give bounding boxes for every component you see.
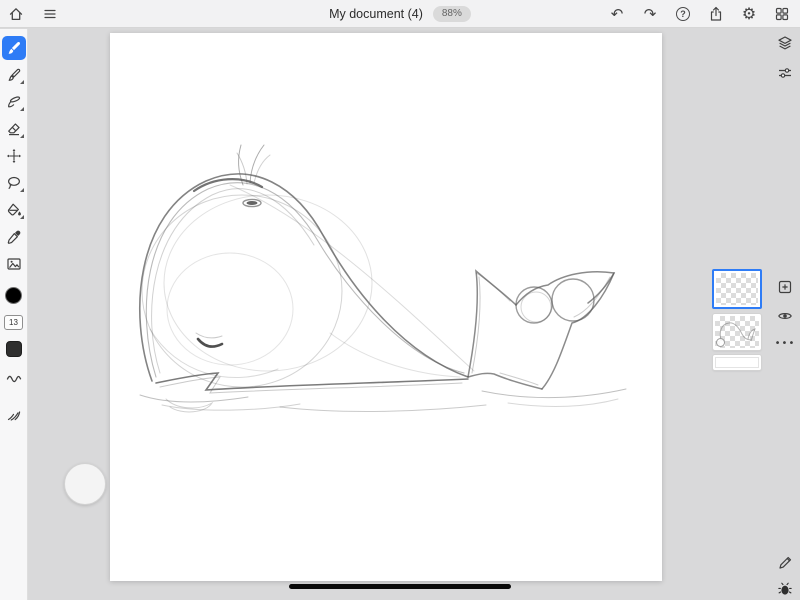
layer-thumbnail-sketch[interactable] bbox=[713, 314, 761, 350]
right-strip: ••• bbox=[770, 29, 800, 600]
undo-icon: ↶ bbox=[611, 7, 624, 22]
settings-button[interactable]: ⚙ bbox=[739, 4, 759, 24]
tool-eraser[interactable] bbox=[0, 116, 28, 142]
wave-icon bbox=[6, 371, 22, 387]
plus-square-icon bbox=[777, 279, 793, 295]
tool-paint-brush[interactable] bbox=[2, 36, 26, 60]
help-button[interactable]: ? bbox=[673, 4, 693, 24]
tool-brushes[interactable] bbox=[0, 401, 28, 427]
tool-fill[interactable] bbox=[0, 197, 28, 223]
layer-thumbnail-background[interactable] bbox=[713, 355, 761, 370]
share-icon bbox=[708, 6, 724, 22]
stylus-settings-button[interactable] bbox=[775, 553, 795, 573]
drawing-canvas[interactable] bbox=[110, 33, 662, 581]
image-icon bbox=[6, 256, 22, 272]
bug-icon bbox=[777, 581, 793, 597]
undo-button[interactable]: ↶ bbox=[607, 4, 627, 24]
tool-bar: 13 bbox=[0, 29, 28, 600]
top-bar: My document (4) 88% ↶ ↷ ? ⚙ bbox=[0, 0, 800, 28]
grid-icon bbox=[774, 6, 790, 22]
paint-brush-icon bbox=[6, 40, 22, 56]
adjustments-button[interactable] bbox=[775, 63, 795, 83]
tool-place-image[interactable] bbox=[0, 251, 28, 277]
layer-transparency-checker bbox=[715, 316, 759, 348]
touch-shortcut[interactable] bbox=[64, 463, 106, 505]
add-layer-button[interactable] bbox=[775, 277, 795, 297]
ellipsis-icon: ••• bbox=[775, 338, 796, 349]
layer-visibility-button[interactable] bbox=[775, 306, 795, 326]
report-bug-button[interactable] bbox=[775, 579, 795, 599]
brush-strokes-icon bbox=[6, 406, 22, 422]
brush-size-field[interactable]: 13 bbox=[4, 315, 23, 330]
home-button[interactable] bbox=[6, 4, 26, 24]
fresco-app: My document (4) 88% ↶ ↷ ? ⚙ bbox=[0, 0, 800, 600]
share-button[interactable] bbox=[706, 4, 726, 24]
workspace-grid-button[interactable] bbox=[772, 4, 792, 24]
sliders-icon bbox=[777, 65, 793, 81]
layers-icon bbox=[777, 35, 793, 51]
help-icon: ? bbox=[676, 7, 690, 21]
background-layer-preview bbox=[715, 357, 759, 368]
primary-color-swatch[interactable] bbox=[5, 287, 22, 304]
layer-thumbnail-selected[interactable] bbox=[712, 269, 762, 309]
layer-status-icon bbox=[716, 338, 725, 347]
menu-icon bbox=[42, 6, 58, 22]
tool-transform[interactable] bbox=[0, 143, 28, 169]
tool-lasso[interactable] bbox=[0, 170, 28, 196]
layers-button[interactable] bbox=[775, 33, 795, 53]
submenu-triangle bbox=[20, 134, 24, 138]
submenu-triangle bbox=[20, 215, 24, 219]
submenu-triangle bbox=[20, 80, 24, 84]
whale-sketch bbox=[110, 33, 662, 581]
transform-icon bbox=[6, 148, 22, 164]
brush-size-value: 13 bbox=[9, 318, 18, 327]
submenu-triangle bbox=[20, 107, 24, 111]
pencil-icon bbox=[777, 555, 793, 571]
zoom-badge[interactable]: 88% bbox=[433, 6, 471, 22]
layer-more-button[interactable]: ••• bbox=[775, 333, 795, 353]
submenu-triangle bbox=[20, 188, 24, 192]
eyedropper-icon bbox=[6, 229, 22, 245]
layer-transparency-checker bbox=[716, 273, 758, 305]
gear-icon: ⚙ bbox=[742, 6, 756, 22]
tool-smoothing[interactable] bbox=[0, 366, 28, 392]
document-title: My document (4) bbox=[329, 7, 423, 21]
redo-icon: ↷ bbox=[644, 7, 657, 22]
eye-icon bbox=[777, 308, 793, 324]
home-indicator[interactable] bbox=[289, 584, 511, 589]
layers-panel bbox=[712, 269, 764, 370]
menu-button[interactable] bbox=[40, 4, 60, 24]
home-icon bbox=[8, 6, 24, 22]
secondary-swatch[interactable] bbox=[6, 341, 22, 357]
tool-pixel-brush[interactable] bbox=[0, 89, 28, 115]
tool-smudge-brush[interactable] bbox=[0, 62, 28, 88]
redo-button[interactable]: ↷ bbox=[640, 4, 660, 24]
tool-eyedropper[interactable] bbox=[0, 224, 28, 250]
